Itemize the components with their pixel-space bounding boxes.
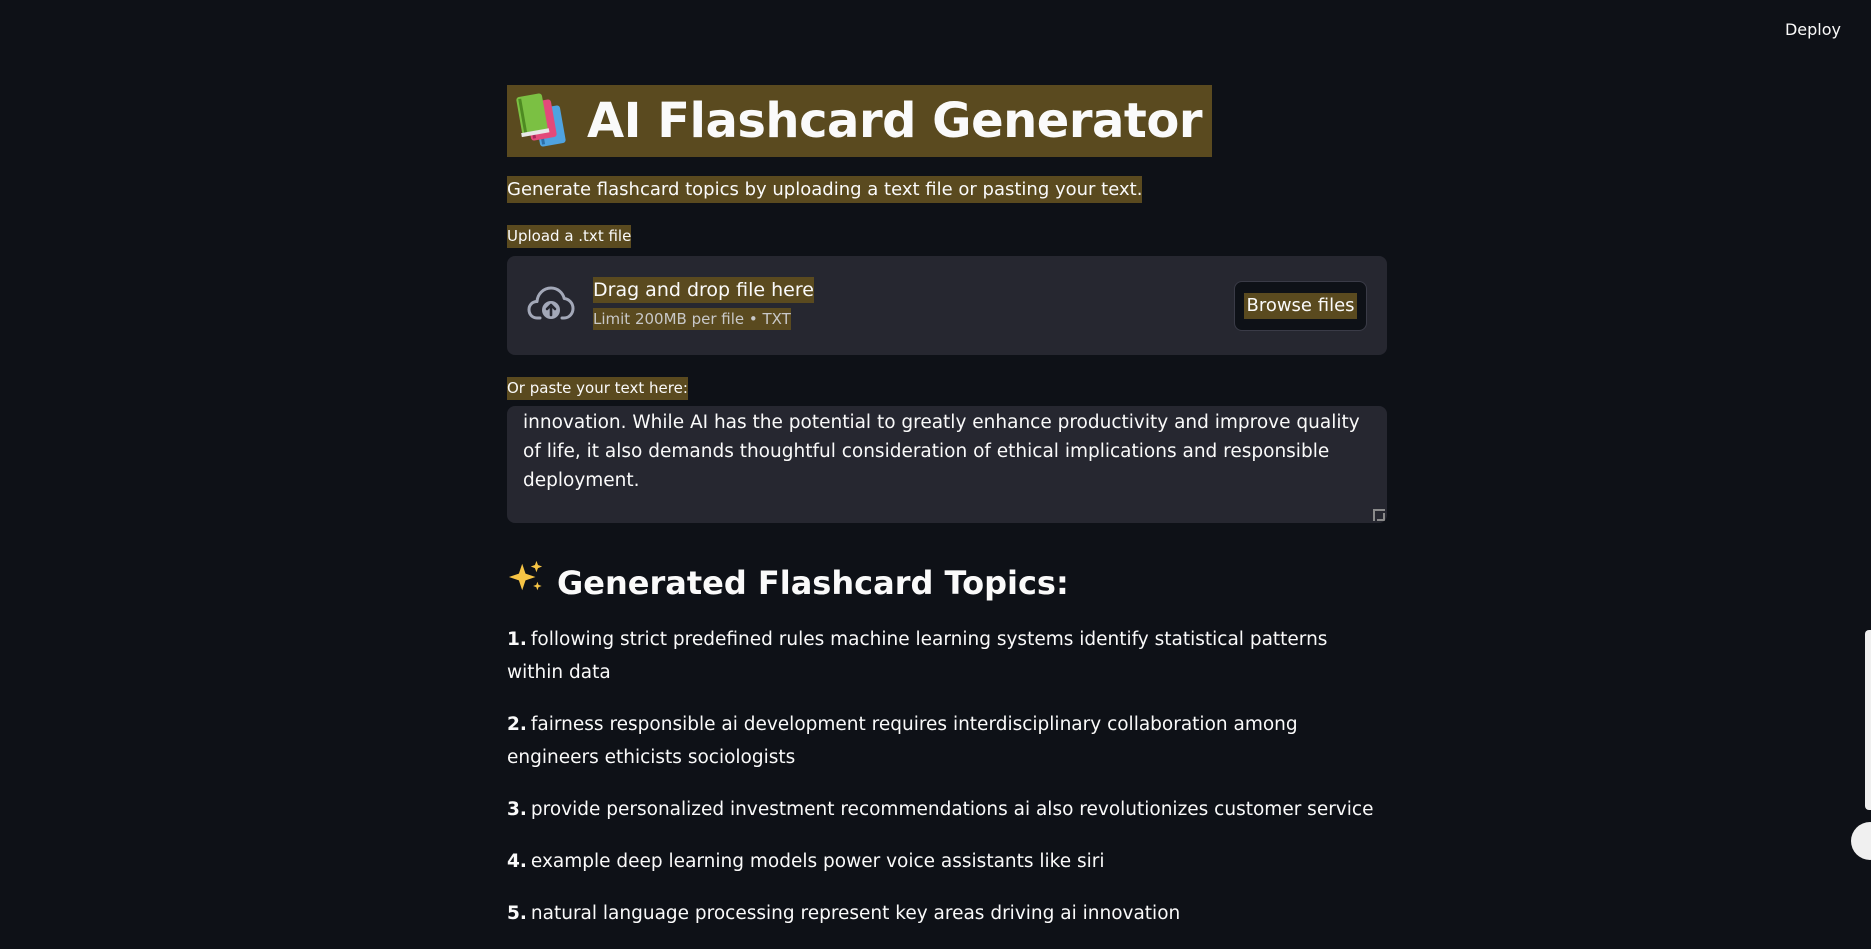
file-dropzone[interactable]: Drag and drop file here Limit 200MB per … [507, 256, 1387, 355]
drop-text: Drag and drop file here [593, 277, 814, 303]
cloud-upload-icon [527, 284, 575, 326]
upload-label: Upload a .txt file [507, 225, 632, 248]
floating-widget-button[interactable] [1851, 822, 1871, 860]
list-item: 1. following strict predefined rules mach… [507, 629, 1328, 683]
topics-list: 1. following strict predefined rules mach… [507, 623, 1387, 930]
limit-text: Limit 200MB per file • TXT [593, 308, 791, 330]
top-bar: Deploy [0, 0, 1871, 60]
books-icon [515, 93, 573, 149]
browse-files-label: Browse files [1244, 293, 1357, 319]
subtitle: Generate flashcard topics by uploading a… [507, 176, 1143, 203]
list-item: 3. provide personalized investment recomm… [507, 799, 1374, 820]
paste-label: Or paste your text here: [507, 377, 688, 400]
side-panel-edge[interactable] [1865, 630, 1871, 810]
list-item: 2. fairness responsible ai development re… [507, 714, 1298, 768]
results-heading: Generated Flashcard Topics: [507, 558, 1387, 607]
paste-textarea[interactable]: innovation. While AI has the potential t… [507, 406, 1387, 523]
list-item: 4. example deep learning models power voi… [507, 851, 1105, 872]
paste-textarea-value: innovation. While AI has the potential t… [523, 412, 1360, 491]
resize-handle-icon[interactable] [1373, 509, 1385, 521]
main-content: AI Flashcard Generator Generate flashcar… [507, 85, 1387, 949]
page-title-text: AI Flashcard Generator [587, 93, 1203, 149]
browse-files-button[interactable]: Browse files [1234, 281, 1367, 331]
list-item: 5. natural language processing represent … [507, 903, 1181, 924]
results-heading-text: Generated Flashcard Topics: [557, 563, 1069, 602]
sparkles-icon [507, 558, 545, 607]
dropzone-instructions: Drag and drop file here Limit 200MB per … [593, 277, 814, 330]
deploy-button[interactable]: Deploy [1785, 20, 1841, 39]
page-title: AI Flashcard Generator [507, 85, 1213, 157]
